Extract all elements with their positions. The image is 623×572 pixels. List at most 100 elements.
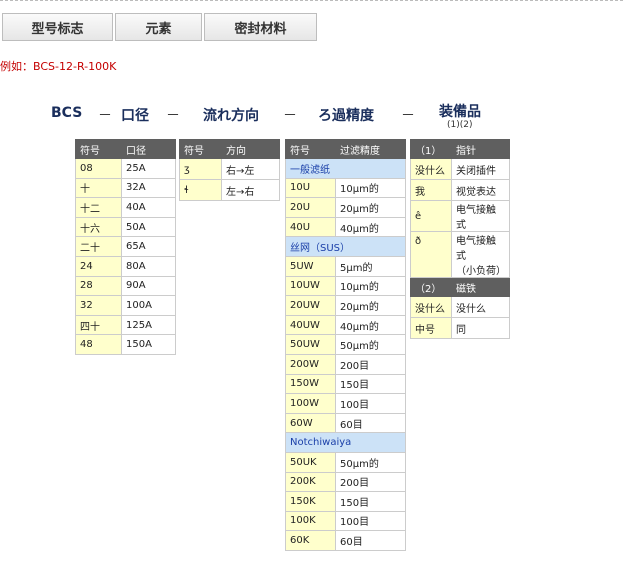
value-cell: 80A (121, 255, 176, 277)
table-row: 150K 150目 (285, 491, 406, 512)
table-row: 24 80A (75, 255, 176, 277)
value-cell: 25A (121, 158, 176, 179)
value-cell: 40μm的 (335, 216, 406, 238)
value-cell: 50A (121, 216, 176, 238)
code-cell: ê (410, 200, 452, 232)
col-header-direction: 方向 (221, 139, 280, 159)
table-row: 20U 20μm的 (285, 197, 406, 218)
table-row: 十六 50A (75, 216, 176, 238)
section-row: 丝网（SUS） (285, 236, 406, 257)
value-line: 电气接触式 (456, 236, 496, 262)
code-cell: 40UW (285, 314, 336, 336)
code-cell: 200K (285, 471, 336, 493)
code-cell: 50UK (285, 451, 336, 473)
code-cell: 40U (285, 216, 336, 238)
table-row: 28 90A (75, 275, 176, 297)
col-header-magnet: 磁铁 (451, 277, 510, 297)
value-cell: 150目 (335, 373, 406, 395)
table-row: 200W 200目 (285, 353, 406, 375)
code-cell: 200W (285, 353, 336, 375)
code-cell: 我 (410, 179, 452, 201)
value-cell: 左→右 (221, 179, 280, 201)
value-cell: 50μm的 (335, 334, 406, 355)
col-header-code: 符号 (285, 139, 336, 159)
table-header-row: 符号 方向 (179, 139, 280, 159)
header-filtration: ろ過精度 (318, 108, 374, 124)
code-cell: 没什么 (410, 158, 452, 180)
table-row: 中号同 (410, 317, 510, 339)
col-header-item2: （2） (410, 277, 452, 297)
code-cell: 四十 (75, 314, 122, 336)
table-row: 200K 200目 (285, 471, 406, 493)
table-header-row: 符号 过滤精度 (285, 139, 406, 159)
table-row: 100W 100目 (285, 393, 406, 414)
value-cell: 没什么 (451, 296, 510, 318)
table-row: 40U 40μm的 (285, 216, 406, 238)
col-header-code: 符号 (75, 139, 122, 159)
value-cell: 150A (121, 334, 176, 355)
header-flow: 流れ方向 (203, 108, 259, 124)
tab-seal-material[interactable]: 密封材料 (204, 13, 317, 41)
table-row: 48 150A (75, 334, 176, 355)
top-dashed-rule (0, 0, 623, 1)
col-header-bore: 口径 (121, 139, 176, 159)
code-cell: 二十 (75, 236, 122, 257)
table-row: 10UW 10μm的 (285, 275, 406, 297)
flow-table: 符号 方向 ʒ 右→左 ɬ 左→右 (179, 139, 280, 201)
value-cell: 5μm的 (335, 255, 406, 277)
table-row: 32 100A (75, 295, 176, 316)
value-cell: 右→左 (221, 158, 280, 180)
code-cell: 100K (285, 510, 336, 532)
table-header-row: （2） 磁铁 (410, 277, 510, 297)
code-cell: 没什么 (410, 296, 452, 318)
table-row: 20UW 20μm的 (285, 295, 406, 316)
value-cell: 200目 (335, 471, 406, 493)
value-cell: 150目 (335, 491, 406, 512)
filtration-table: 符号 过滤精度 一般滤纸 10U 10μm的 20U 20μm的 40U 40μm的 丝… (285, 139, 406, 551)
code-cell: 100W (285, 393, 336, 414)
code-cell: 20U (285, 197, 336, 218)
code-cell: 10UW (285, 275, 336, 297)
table-header-row: （1） 指针 (410, 139, 510, 159)
value-cell: 200目 (335, 353, 406, 375)
value-cell: 32A (121, 177, 176, 199)
code-cell: 50UW (285, 334, 336, 355)
value-cell: 同 (451, 317, 510, 339)
tab-elements[interactable]: 元素 (115, 13, 202, 41)
code-cell: ɬ (179, 179, 222, 201)
table-row: 60W 60目 (285, 412, 406, 434)
code-cell: 十 (75, 177, 122, 199)
tab-model-code[interactable]: 型号标志 (2, 13, 113, 41)
value-cell: 65A (121, 236, 176, 257)
table-row: 没什么 没什么 (410, 296, 510, 318)
section-label: 丝网（SUS） (285, 236, 406, 257)
value-cell: 60目 (335, 412, 406, 434)
value-cell: 125A (121, 314, 176, 336)
table-row: 没什么 关闭插件 (410, 158, 510, 180)
code-cell: 60K (285, 530, 336, 551)
table-header-row: 符号 口径 (75, 139, 176, 159)
value-cell: 10μm的 (335, 177, 406, 199)
code-cell: 10U (285, 177, 336, 199)
value-cell: 10μm的 (335, 275, 406, 297)
section-label: Notchiwaiya (285, 432, 406, 453)
table-row: 50UW 50μm的 (285, 334, 406, 355)
tab-bar: 型号标志 元素 密封材料 (2, 13, 319, 41)
table-row: 60K 60目 (285, 530, 406, 551)
table-row: ʒ 右→左 (179, 158, 280, 180)
code-cell: 48 (75, 334, 122, 355)
header-dash: － (401, 108, 415, 124)
value-cell: 100A (121, 295, 176, 316)
table-row: 四十 125A (75, 314, 176, 336)
value-cell: 电气接触式 （小负荷） (451, 231, 510, 278)
value-cell: 电气接触式 (451, 200, 510, 232)
table-row: 十二 40A (75, 197, 176, 218)
section-label: 一般滤纸 (285, 158, 406, 179)
header-bore: 口径 (121, 108, 149, 124)
code-cell: 5UW (285, 255, 336, 277)
code-cell: ð (410, 231, 452, 278)
code-cell: 20UW (285, 295, 336, 316)
code-cell: 十二 (75, 197, 122, 218)
table-row: 二十 65A (75, 236, 176, 257)
table-row: 我视觉表达 (410, 179, 510, 201)
